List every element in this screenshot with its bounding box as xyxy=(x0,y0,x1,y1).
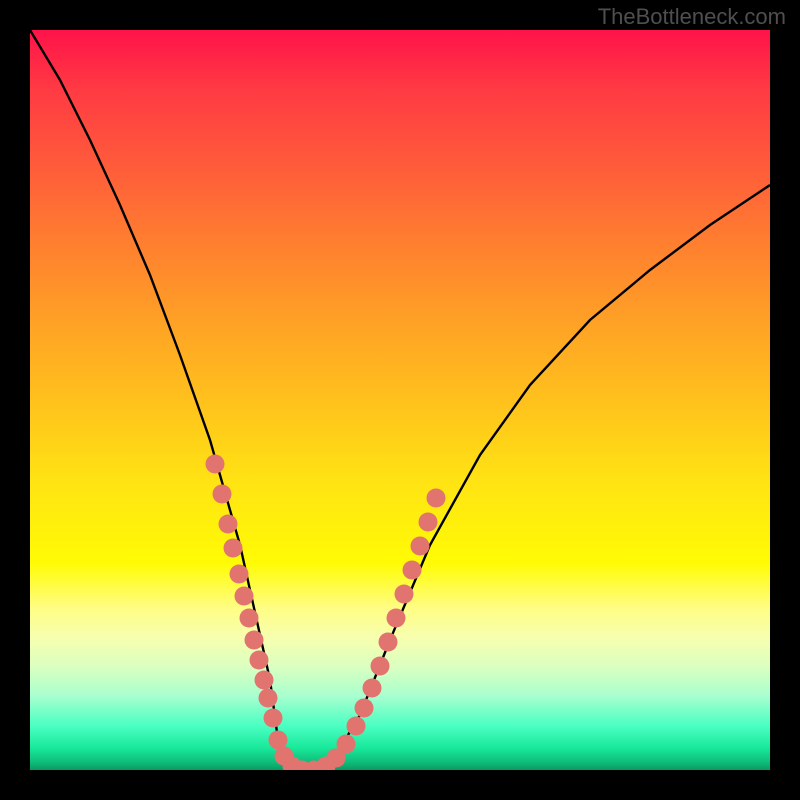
bead-dot xyxy=(245,631,264,650)
watermark-text: TheBottleneck.com xyxy=(598,4,786,30)
bead-dot xyxy=(264,709,283,728)
bead-dot xyxy=(250,651,269,670)
bead-dot xyxy=(371,657,390,676)
bead-cluster xyxy=(206,455,446,771)
bead-dot xyxy=(379,633,398,652)
bead-dot xyxy=(355,699,374,718)
bead-dot xyxy=(213,485,232,504)
bead-dot xyxy=(219,515,238,534)
bead-dot xyxy=(363,679,382,698)
bead-dot xyxy=(255,671,274,690)
bead-dot xyxy=(347,717,366,736)
chart-frame: TheBottleneck.com xyxy=(0,0,800,800)
bead-dot xyxy=(230,565,249,584)
bead-dot xyxy=(403,561,422,580)
bead-dot xyxy=(259,689,278,708)
bead-dot xyxy=(224,539,243,558)
bead-dot xyxy=(419,513,438,532)
bottleneck-curve xyxy=(30,30,770,770)
bead-dot xyxy=(235,587,254,606)
bead-dot xyxy=(206,455,225,474)
bead-dot xyxy=(387,609,406,628)
bead-dot xyxy=(411,537,430,556)
bead-dot xyxy=(240,609,259,628)
bead-dot xyxy=(337,735,356,754)
bead-dot xyxy=(395,585,414,604)
bead-dot xyxy=(427,489,446,508)
curve-overlay xyxy=(30,30,770,770)
